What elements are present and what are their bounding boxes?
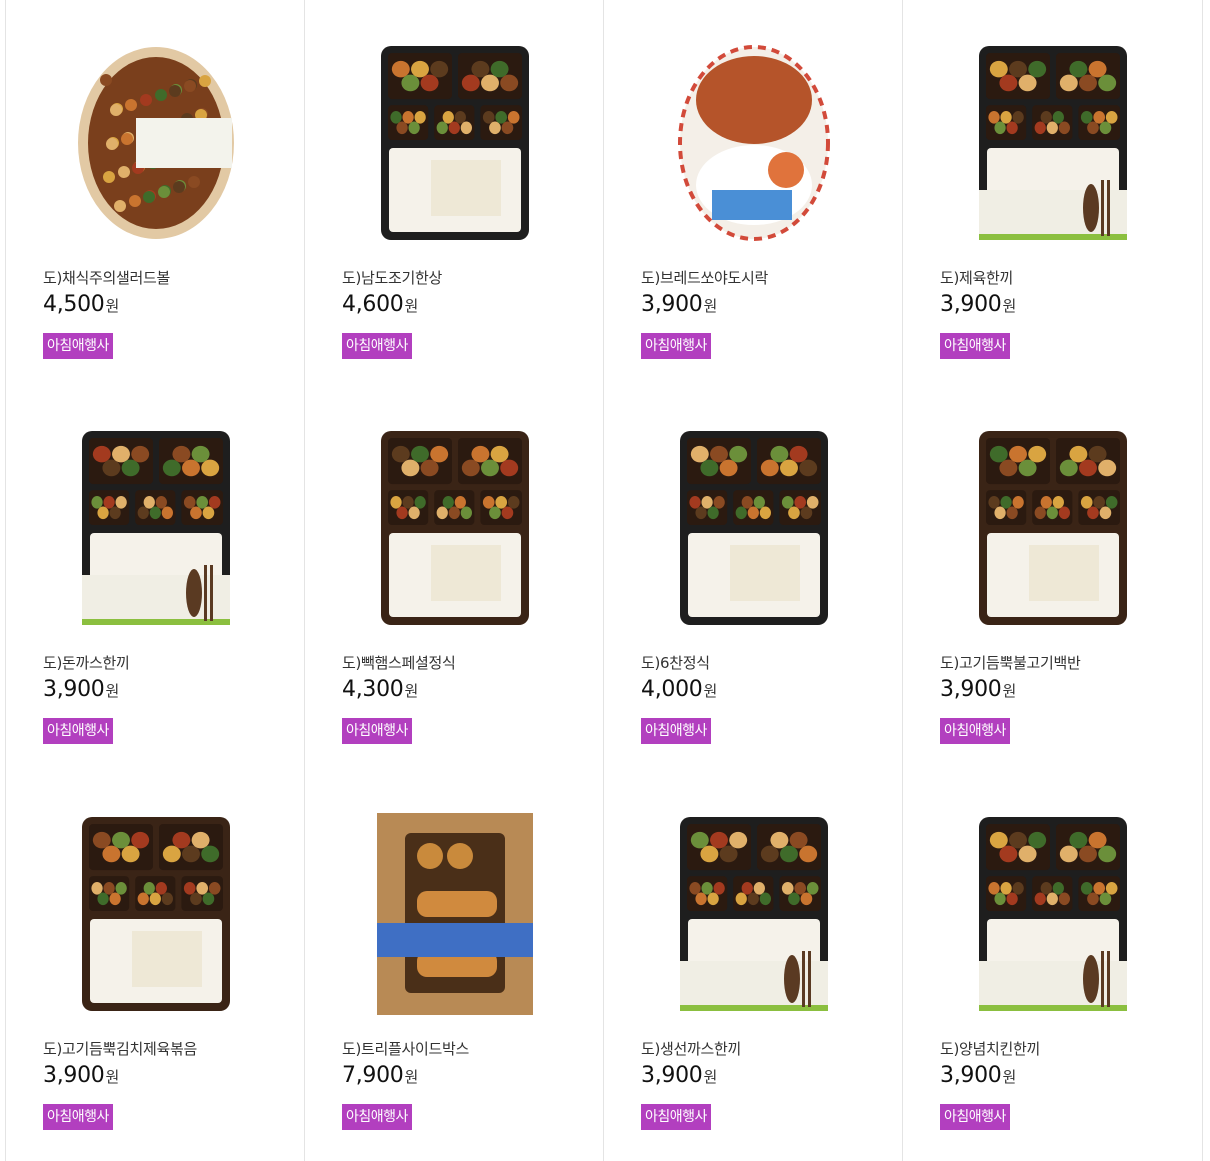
price-value: 3,900 xyxy=(940,1063,1002,1088)
product-price: 4,300원 xyxy=(342,677,418,702)
product-card[interactable]: 도)양념치킨한끼 3,900원 아침애행사 xyxy=(903,771,1202,1161)
product-image[interactable] xyxy=(973,40,1133,246)
product-price: 7,900원 xyxy=(342,1063,418,1088)
price-currency: 원 xyxy=(703,297,718,315)
product-price: 3,900원 xyxy=(43,1063,119,1088)
product-name[interactable]: 도)남도조기한상 xyxy=(342,267,442,288)
product-name[interactable]: 도)제육한끼 xyxy=(940,267,1013,288)
lunchbox-illustration xyxy=(78,47,234,239)
product-card[interactable]: 도)채식주의샐러드볼 4,500원 아침애행사 xyxy=(6,0,305,385)
product-image[interactable] xyxy=(76,811,236,1017)
product-name[interactable]: 도)브레드쏘야도시락 xyxy=(641,267,768,288)
product-card[interactable]: 도)빽햄스페셜정식 4,300원 아침애행사 xyxy=(305,385,604,771)
price-currency: 원 xyxy=(703,682,718,700)
product-image[interactable] xyxy=(375,811,535,1017)
product-name[interactable]: 도)양념치킨한끼 xyxy=(940,1038,1040,1059)
lunchbox-illustration xyxy=(82,431,230,625)
product-price: 4,000원 xyxy=(641,677,717,702)
product-price: 4,500원 xyxy=(43,292,119,317)
product-price: 3,900원 xyxy=(940,1063,1016,1088)
promo-badge: 아침애행사 xyxy=(641,718,711,744)
lunchbox-illustration xyxy=(82,817,230,1011)
price-value: 3,900 xyxy=(43,677,105,702)
product-image[interactable] xyxy=(973,811,1133,1017)
promo-badge: 아침애행사 xyxy=(43,718,113,744)
product-name[interactable]: 도)트리플사이드박스 xyxy=(342,1038,469,1059)
price-currency: 원 xyxy=(105,1068,120,1086)
price-currency: 원 xyxy=(1002,682,1017,700)
product-image[interactable] xyxy=(674,811,834,1017)
price-currency: 원 xyxy=(1002,1068,1017,1086)
product-image[interactable] xyxy=(76,425,236,631)
product-image[interactable] xyxy=(375,40,535,246)
price-value: 3,900 xyxy=(940,677,1002,702)
product-image[interactable] xyxy=(375,425,535,631)
product-card[interactable]: 도)제육한끼 3,900원 아침애행사 xyxy=(903,0,1202,385)
price-value: 3,900 xyxy=(641,292,703,317)
product-price: 3,900원 xyxy=(641,292,717,317)
price-value: 4,000 xyxy=(641,677,703,702)
product-price: 3,900원 xyxy=(641,1063,717,1088)
lunchbox-illustration xyxy=(979,46,1127,240)
price-currency: 원 xyxy=(1002,297,1017,315)
promo-badge: 아침애행사 xyxy=(940,1104,1010,1130)
price-value: 7,900 xyxy=(342,1063,404,1088)
product-card[interactable]: 도)트리플사이드박스 7,900원 아침애행사 xyxy=(305,771,604,1161)
price-value: 4,500 xyxy=(43,292,105,317)
price-currency: 원 xyxy=(404,682,419,700)
promo-badge: 아침애행사 xyxy=(641,1104,711,1130)
product-name[interactable]: 도)빽햄스페셜정식 xyxy=(342,652,456,673)
product-name[interactable]: 도)채식주의샐러드볼 xyxy=(43,267,170,288)
price-currency: 원 xyxy=(703,1068,718,1086)
price-currency: 원 xyxy=(105,297,120,315)
product-image[interactable] xyxy=(674,40,834,246)
product-price: 3,900원 xyxy=(940,292,1016,317)
product-image[interactable] xyxy=(76,40,236,246)
lunchbox-illustration xyxy=(680,431,828,625)
product-card[interactable]: 도)고기듬뿍김치제육볶음 3,900원 아침애행사 xyxy=(6,771,305,1161)
price-value: 3,900 xyxy=(43,1063,105,1088)
product-image[interactable] xyxy=(674,425,834,631)
product-card[interactable]: 도)고기듬뿍불고기백반 3,900원 아침애행사 xyxy=(903,385,1202,771)
product-name[interactable]: 도)돈까스한끼 xyxy=(43,652,130,673)
product-price: 4,600원 xyxy=(342,292,418,317)
lunchbox-illustration xyxy=(979,817,1127,1011)
lunchbox-illustration xyxy=(678,45,830,241)
lunchbox-illustration xyxy=(979,431,1127,625)
product-name[interactable]: 도)생선까스한끼 xyxy=(641,1038,741,1059)
product-image[interactable] xyxy=(973,425,1133,631)
promo-badge: 아침애행사 xyxy=(940,333,1010,359)
product-name[interactable]: 도)고기듬뿍김치제육볶음 xyxy=(43,1038,197,1059)
product-card[interactable]: 도)남도조기한상 4,600원 아침애행사 xyxy=(305,0,604,385)
product-name[interactable]: 도)고기듬뿍불고기백반 xyxy=(940,652,1081,673)
lunchbox-illustration xyxy=(680,817,828,1011)
product-name[interactable]: 도)6찬정식 xyxy=(641,652,710,673)
product-card[interactable]: 도)돈까스한끼 3,900원 아침애행사 xyxy=(6,385,305,771)
product-card[interactable]: 도)6찬정식 4,000원 아침애행사 xyxy=(604,385,903,771)
promo-badge: 아침애행사 xyxy=(342,718,412,744)
promo-badge: 아침애행사 xyxy=(43,333,113,359)
product-card[interactable]: 도)생선까스한끼 3,900원 아침애행사 xyxy=(604,771,903,1161)
product-grid: 도)채식주의샐러드볼 4,500원 아침애행사 도)남도조기한상 4,600원 … xyxy=(5,0,1203,1161)
promo-badge: 아침애행사 xyxy=(43,1104,113,1130)
price-value: 3,900 xyxy=(940,292,1002,317)
price-value: 3,900 xyxy=(641,1063,703,1088)
product-price: 3,900원 xyxy=(940,677,1016,702)
lunchbox-illustration xyxy=(381,431,529,625)
price-value: 4,600 xyxy=(342,292,404,317)
promo-badge: 아침애행사 xyxy=(342,333,412,359)
promo-badge: 아침애행사 xyxy=(342,1104,412,1130)
price-currency: 원 xyxy=(404,1068,419,1086)
lunchbox-illustration xyxy=(381,46,529,240)
lunchbox-illustration xyxy=(377,813,533,1015)
product-card[interactable]: 도)브레드쏘야도시락 3,900원 아침애행사 xyxy=(604,0,903,385)
product-price: 3,900원 xyxy=(43,677,119,702)
price-currency: 원 xyxy=(404,297,419,315)
price-currency: 원 xyxy=(105,682,120,700)
promo-badge: 아침애행사 xyxy=(641,333,711,359)
promo-badge: 아침애행사 xyxy=(940,718,1010,744)
price-value: 4,300 xyxy=(342,677,404,702)
